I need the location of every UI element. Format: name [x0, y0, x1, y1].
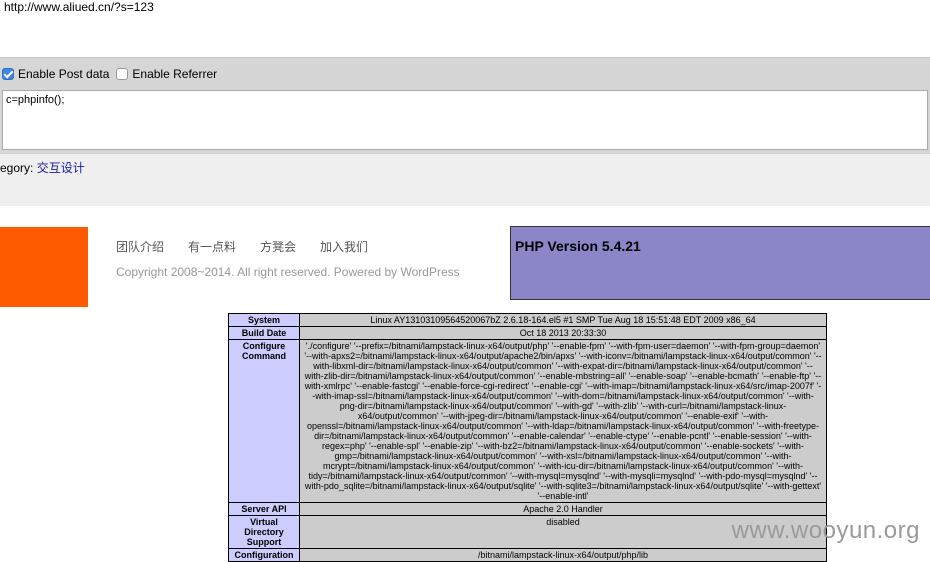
site-nav: 团队介绍 有一点料 方凳会 加入我们 [116, 238, 392, 255]
post-options: Enable Post data Enable Referrer [2, 67, 217, 81]
table-row: Configure Command './configure' '--prefi… [228, 339, 827, 503]
copyright-text: Copyright 2008~2014. All right reserved.… [116, 265, 460, 279]
enable-post-label[interactable]: Enable Post data [18, 67, 109, 81]
url-text: http://www.aliued.cn/?s=123 [4, 0, 154, 14]
row-key: Configure Command [228, 339, 300, 503]
row-key: Build Date [228, 326, 300, 340]
category-label: egory: [0, 161, 37, 175]
row-value: './configure' '--prefix=/bitnami/lampsta… [299, 339, 827, 503]
post-data-panel: Enable Post data Enable Referrer c=phpin… [0, 57, 930, 154]
category-bar: egory: 交互设计 [0, 153, 930, 206]
row-key: Virtual Directory Support [228, 515, 300, 549]
row-key: Server API [228, 502, 300, 516]
watermark-text: www.wooyun.org [731, 517, 920, 544]
row-key: System [228, 313, 300, 327]
nav-item-news[interactable]: 有一点料 [188, 238, 236, 255]
row-value: Apache 2.0 Handler [299, 502, 827, 516]
row-value: Linux AY13103109564520067bZ 2.6.18-164.e… [299, 313, 827, 327]
php-version-header: PHP Version 5.4.21 [510, 226, 930, 300]
enable-referrer-label[interactable]: Enable Referrer [132, 67, 217, 81]
row-value: Oct 18 2013 20:33:30 [299, 326, 827, 340]
table-row: System Linux AY13103109564520067bZ 2.6.1… [228, 313, 827, 327]
post-data-textarea[interactable]: c=phpinfo(); [2, 90, 928, 150]
table-row: Build Date Oct 18 2013 20:33:30 [228, 326, 827, 340]
nav-item-stool[interactable]: 方凳会 [260, 238, 296, 255]
category-link[interactable]: 交互设计 [37, 161, 85, 175]
row-key: Configuration [228, 548, 300, 562]
category-line: egory: 交互设计 [0, 159, 85, 176]
orange-logo-block [0, 227, 88, 307]
row-value: /bitnami/lampstack-linux-x64/output/php/… [299, 548, 827, 562]
php-version-title: PHP Version 5.4.21 [515, 238, 641, 254]
enable-post-checkbox[interactable] [2, 68, 14, 80]
table-row: Server API Apache 2.0 Handler [228, 502, 827, 516]
table-row: Configuration /bitnami/lampstack-linux-x… [228, 548, 827, 562]
nav-item-team[interactable]: 团队介绍 [116, 238, 164, 255]
enable-referrer-checkbox[interactable] [116, 68, 129, 80]
nav-item-join[interactable]: 加入我们 [320, 238, 368, 255]
